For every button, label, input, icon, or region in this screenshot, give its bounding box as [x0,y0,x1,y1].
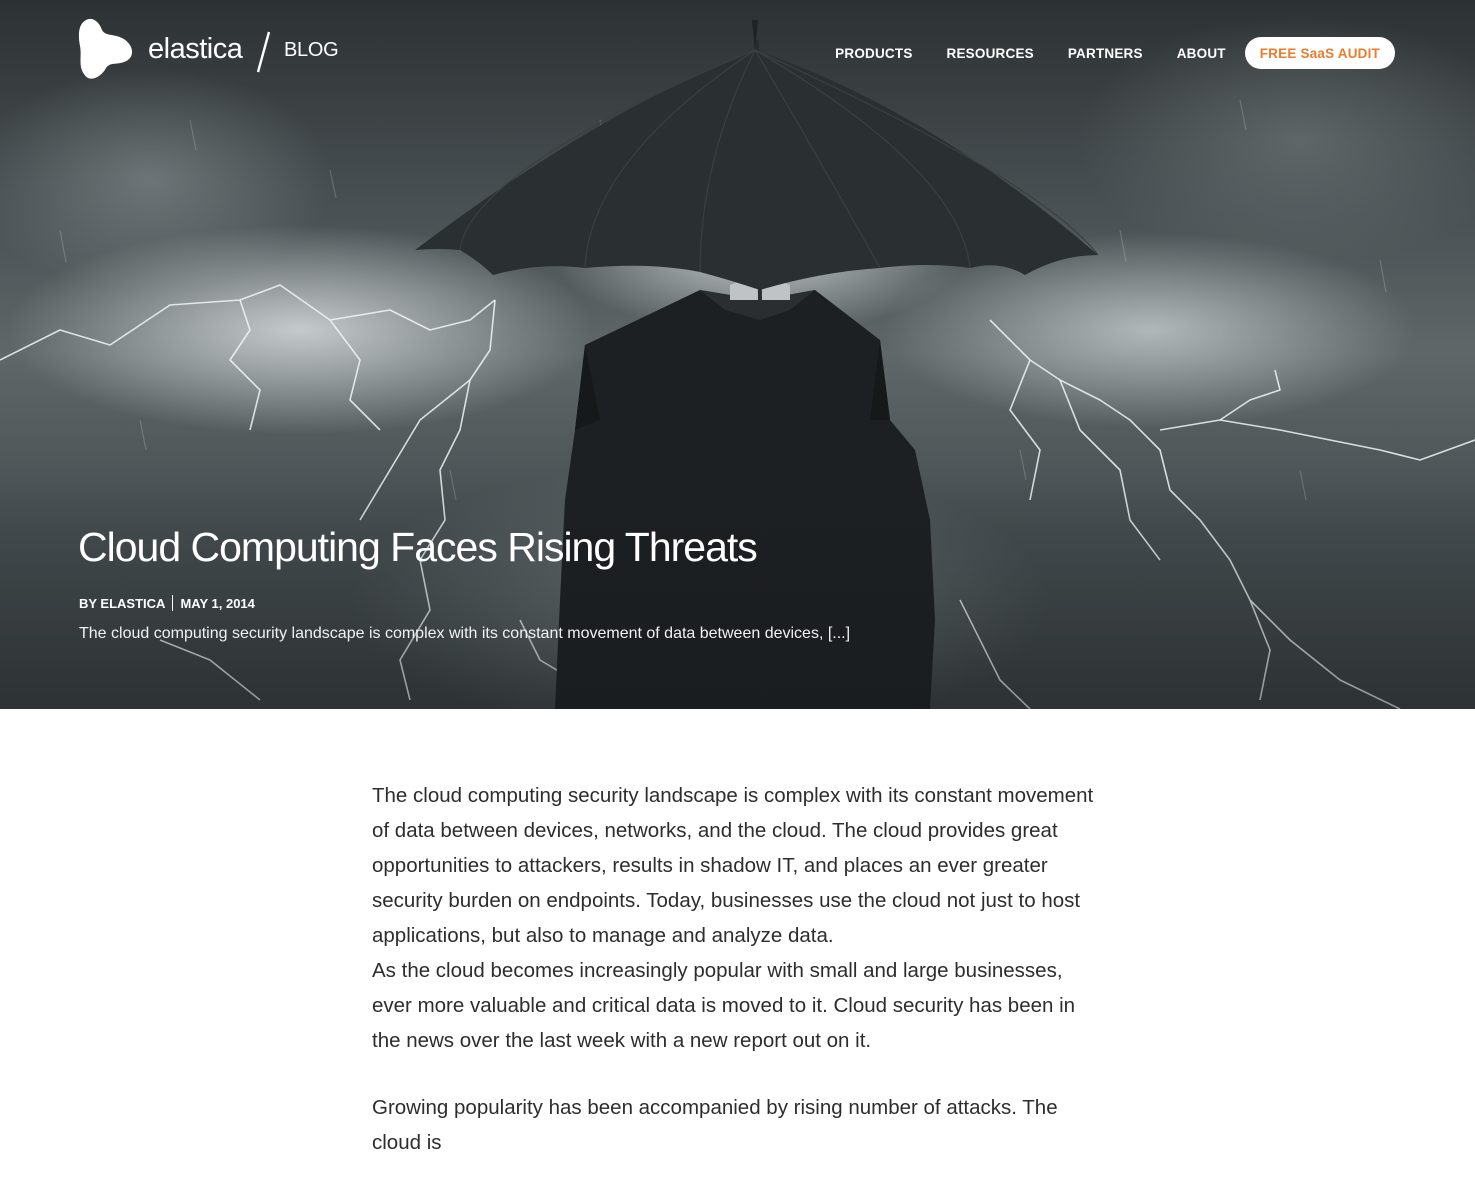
meta-divider [172,595,174,611]
nav-item-partners[interactable]: PARTNERS [1068,46,1143,61]
free-saas-audit-button[interactable]: FREE SaaS AUDIT [1244,37,1395,69]
divider-slash-icon [256,31,270,73]
post-excerpt: The cloud computing security landscape i… [79,625,851,642]
elastica-logo-icon [78,18,133,79]
article-body: The cloud computing security landscape i… [372,778,1102,1160]
hero-banner: elastica BLOG PRODUCTS RESOURCES PARTNER… [0,0,1475,709]
nav-item-about[interactable]: ABOUT [1177,46,1226,61]
article-paragraph: Growing popularity has been accompanied … [372,1096,1058,1154]
post-title: Cloud Computing Faces Rising Threats [78,524,758,570]
post-date: MAY 1, 2014 [180,595,255,611]
author-link[interactable]: BY ELASTICA [79,596,165,611]
blog-section-link[interactable]: BLOG [284,39,339,62]
post-meta: BY ELASTICA MAY 1, 2014 [79,595,255,611]
hero-gradient-overlay [0,470,1475,709]
article-paragraph: As the cloud becomes increasingly popula… [372,959,1076,1052]
main-nav: PRODUCTS RESOURCES PARTNERS ABOUT FREE S… [801,37,1395,69]
nav-item-resources[interactable]: RESOURCES [947,46,1034,61]
nav-item-products[interactable]: PRODUCTS [835,46,912,61]
article-paragraph: The cloud computing security landscape i… [372,784,1094,947]
brand-name: elastica [148,32,243,65]
elastica-logo-link[interactable]: elastica [78,18,243,80]
